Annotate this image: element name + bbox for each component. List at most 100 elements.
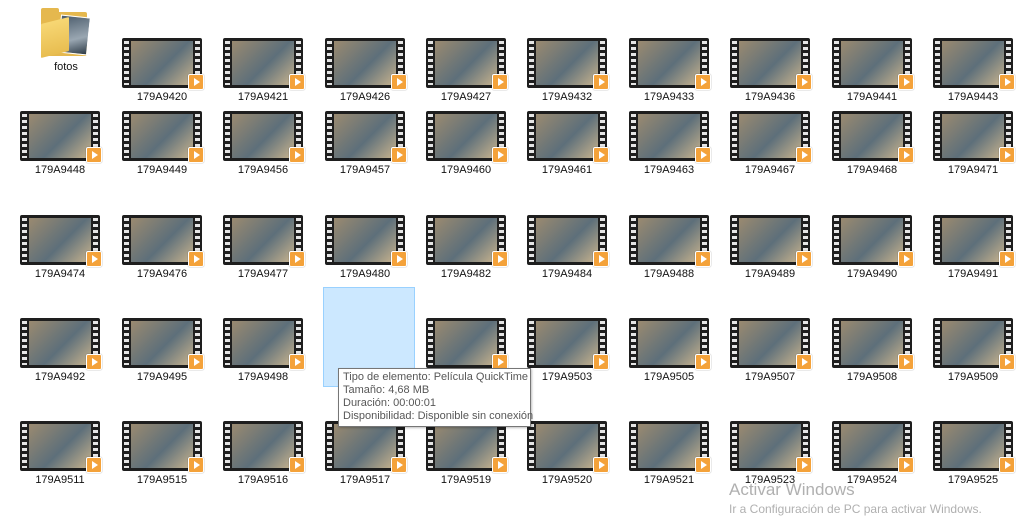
- video-file-icon: [20, 421, 102, 473]
- video-file-label: 179A9471: [947, 164, 999, 176]
- tooltip-duration: Duración: 00:00:01: [343, 397, 436, 409]
- play-badge-icon: [695, 457, 711, 473]
- video-file-item[interactable]: 179A9492: [16, 318, 104, 383]
- video-file-item[interactable]: 179A9503: [523, 318, 611, 383]
- video-file-item[interactable]: 179A9516: [219, 421, 307, 486]
- play-badge-icon: [593, 251, 609, 267]
- video-file-icon: [527, 318, 609, 370]
- video-file-item[interactable]: 179A9515: [118, 421, 206, 486]
- video-file-item[interactable]: 179A9427: [422, 38, 510, 103]
- video-file-item[interactable]: 179A9521: [625, 421, 713, 486]
- play-badge-icon: [492, 251, 508, 267]
- play-badge-icon: [796, 457, 812, 473]
- video-file-item[interactable]: 179A9509: [929, 318, 1017, 383]
- video-file-item[interactable]: 179A9495: [118, 318, 206, 383]
- video-file-item[interactable]: 179A9491: [929, 215, 1017, 280]
- play-badge-icon: [898, 457, 914, 473]
- video-file-item[interactable]: 179A9461: [523, 111, 611, 176]
- play-badge-icon: [188, 74, 204, 90]
- watermark-title: Activar Windows: [729, 480, 855, 499]
- video-file-item[interactable]: 179A9511: [16, 421, 104, 486]
- video-file-item[interactable]: 179A9432: [523, 38, 611, 103]
- video-file-item[interactable]: 179A9476: [118, 215, 206, 280]
- video-file-icon: [730, 111, 812, 163]
- video-file-item[interactable]: 179A9520: [523, 421, 611, 486]
- play-badge-icon: [289, 457, 305, 473]
- video-file-icon: [832, 421, 914, 473]
- video-file-label: 179A9436: [744, 91, 796, 103]
- play-badge-icon: [796, 74, 812, 90]
- video-file-icon: [832, 38, 914, 90]
- video-file-icon: [223, 215, 305, 267]
- play-badge-icon: [593, 354, 609, 370]
- video-file-item[interactable]: 179A9505: [625, 318, 713, 383]
- video-file-item[interactable]: 179A9426: [321, 38, 409, 103]
- video-file-item[interactable]: 179A9449: [118, 111, 206, 176]
- video-file-item[interactable]: 179A9525: [929, 421, 1017, 486]
- video-file-label: 179A9477: [237, 268, 289, 280]
- video-file-item[interactable]: 179A9460: [422, 111, 510, 176]
- play-badge-icon: [695, 147, 711, 163]
- video-file-item[interactable]: 179A9441: [828, 38, 916, 103]
- video-file-item[interactable]: 179A9421: [219, 38, 307, 103]
- file-tooltip: Tipo de elemento: Película QuickTime Tam…: [338, 368, 533, 427]
- video-file-item[interactable]: 179A9467: [726, 111, 814, 176]
- video-file-item[interactable]: 179A9474: [16, 215, 104, 280]
- video-file-item[interactable]: 179A9480: [321, 215, 409, 280]
- play-badge-icon: [593, 147, 609, 163]
- video-file-item[interactable]: 179A9490: [828, 215, 916, 280]
- video-file-label: 179A9508: [846, 371, 898, 383]
- folder-icon: [37, 6, 95, 59]
- video-file-item[interactable]: 179A9468: [828, 111, 916, 176]
- video-file-item[interactable]: 179A9420: [118, 38, 206, 103]
- video-file-icon: [223, 38, 305, 90]
- video-file-item[interactable]: 179A9477: [219, 215, 307, 280]
- video-file-icon: [629, 318, 711, 370]
- video-file-icon: [832, 215, 914, 267]
- play-badge-icon: [289, 74, 305, 90]
- video-file-item[interactable]: 179A9508: [828, 318, 916, 383]
- video-file-item[interactable]: 179A9436: [726, 38, 814, 103]
- video-file-item[interactable]: 179A9517: [321, 421, 409, 486]
- video-file-label: 179A9441: [846, 91, 898, 103]
- video-file-icon: [527, 421, 609, 473]
- video-file-label: 179A9515: [136, 474, 188, 486]
- video-file-icon: [325, 215, 407, 267]
- video-file-label: 179A9503: [541, 371, 593, 383]
- tooltip-size: Tamaño: 4,68 MB: [343, 384, 430, 396]
- video-file-icon: [122, 215, 204, 267]
- video-file-item[interactable]: 179A9457: [321, 111, 409, 176]
- video-file-label: 179A9476: [136, 268, 188, 280]
- play-badge-icon: [86, 457, 102, 473]
- video-file-label: 179A9432: [541, 91, 593, 103]
- video-file-item[interactable]: 179A9489: [726, 215, 814, 280]
- video-file-item[interactable]: 179A9471: [929, 111, 1017, 176]
- video-file-item[interactable]: 179A9519: [422, 421, 510, 486]
- video-file-icon: [426, 38, 508, 90]
- video-file-label: 179A9480: [339, 268, 391, 280]
- video-file-label: 179A9520: [541, 474, 593, 486]
- video-file-item[interactable]: 179A9448: [16, 111, 104, 176]
- video-file-item[interactable]: 179A9523: [726, 421, 814, 486]
- video-file-label: 179A9492: [34, 371, 86, 383]
- video-file-icon: [122, 111, 204, 163]
- video-file-item[interactable]: 179A9443: [929, 38, 1017, 103]
- video-file-item[interactable]: [422, 318, 510, 371]
- video-file-item[interactable]: 179A9524: [828, 421, 916, 486]
- play-badge-icon: [898, 354, 914, 370]
- video-file-label: 179A9426: [339, 91, 391, 103]
- folder-fotos[interactable]: fotos: [22, 6, 110, 73]
- video-file-item[interactable]: 179A9433: [625, 38, 713, 103]
- video-file-item[interactable]: 179A9456: [219, 111, 307, 176]
- video-file-item[interactable]: 179A9488: [625, 215, 713, 280]
- play-badge-icon: [391, 147, 407, 163]
- video-file-item[interactable]: 179A9484: [523, 215, 611, 280]
- video-file-label: 179A9491: [947, 268, 999, 280]
- video-file-item[interactable]: 179A9507: [726, 318, 814, 383]
- video-file-label: 179A9517: [339, 474, 391, 486]
- video-file-item[interactable]: 179A9482: [422, 215, 510, 280]
- video-file-item[interactable]: 179A9463: [625, 111, 713, 176]
- video-file-icon: [933, 215, 1015, 267]
- video-file-item[interactable]: 179A9498: [219, 318, 307, 383]
- video-file-label: 179A9468: [846, 164, 898, 176]
